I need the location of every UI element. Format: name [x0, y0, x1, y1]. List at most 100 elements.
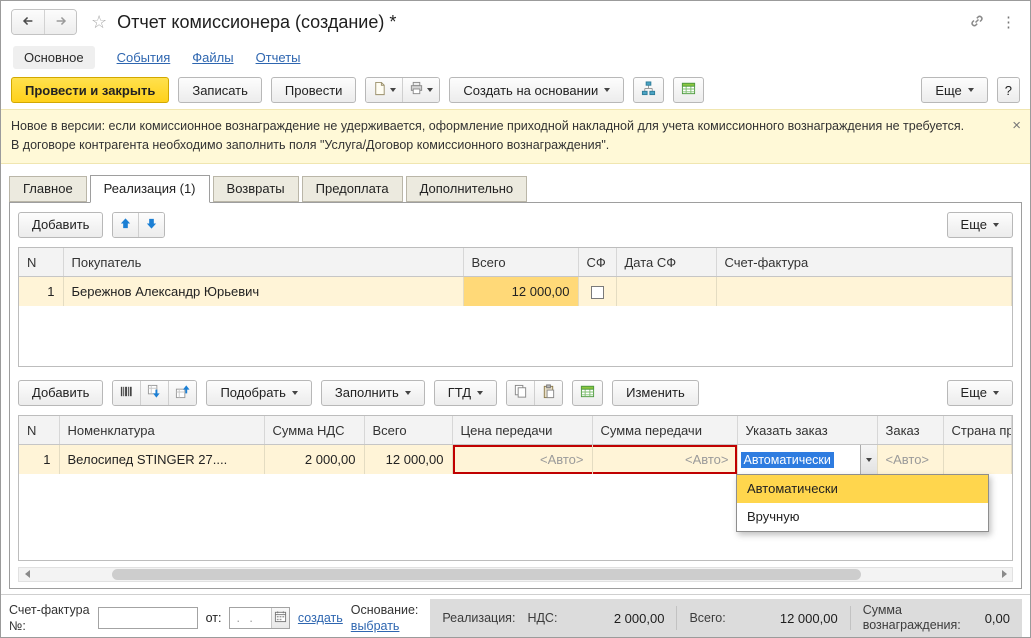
load-data-button[interactable]: [140, 380, 169, 405]
help-button[interactable]: ?: [996, 77, 1020, 103]
realization-label: Реализация:: [442, 611, 516, 626]
tab-vozvraty[interactable]: Возвраты: [212, 175, 299, 202]
paste-button[interactable]: [534, 380, 563, 405]
copy-button[interactable]: [507, 380, 535, 405]
invoice-number-input[interactable]: [97, 607, 198, 630]
link-icon[interactable]: [969, 13, 985, 32]
nav-item-otchety[interactable]: Отчеты: [256, 50, 301, 65]
tab-dopolnitelno[interactable]: Дополнительно: [405, 175, 528, 202]
scroll-right-button[interactable]: [996, 568, 1012, 581]
sales-more-button[interactable]: Еще: [946, 211, 1013, 238]
print-icon: [409, 81, 424, 99]
sales-add-button[interactable]: Добавить: [18, 211, 104, 238]
post-and-close-button[interactable]: Провести и закрыть: [11, 77, 170, 103]
col-header-n: N: [19, 247, 64, 278]
cell-specify-order[interactable]: Автоматически: [737, 444, 878, 474]
pick-button[interactable]: Подобрать: [206, 379, 312, 406]
col-header-sf: СФ: [578, 247, 617, 278]
dropdown-option-auto[interactable]: Автоматически: [737, 474, 988, 503]
invoice-date-field[interactable]: . .: [229, 607, 290, 630]
spreadsheet-button[interactable]: [572, 379, 604, 406]
print-button[interactable]: [402, 78, 440, 102]
forward-button[interactable]: [44, 10, 76, 34]
related-documents-button[interactable]: [633, 77, 665, 103]
cell-n[interactable]: 1: [19, 444, 60, 474]
cell-total[interactable]: 12 000,00: [364, 444, 453, 474]
cell-invoice[interactable]: [716, 276, 1012, 306]
unload-data-button[interactable]: [168, 380, 197, 405]
pick-label: Подобрать: [220, 385, 286, 401]
cell-sf-date[interactable]: [616, 276, 717, 306]
scrollbar-thumb[interactable]: [111, 568, 862, 580]
post-button[interactable]: Провести: [270, 77, 357, 103]
document-icon: [372, 81, 387, 99]
back-button[interactable]: [12, 10, 44, 34]
cell-country[interactable]: [943, 444, 1012, 474]
dropdown-caret-icon: [967, 88, 974, 92]
col-header-order: Заказ: [877, 415, 944, 446]
sales-row[interactable]: 1 Бережнов Александр Юрьевич 12 000,00: [19, 276, 1012, 306]
cell-vat[interactable]: 2 000,00: [264, 444, 365, 474]
invoice-label-line2: №:: [9, 619, 26, 634]
col-header-country: Страна про...: [943, 415, 1012, 446]
nav-item-osnovnoe[interactable]: Основное: [13, 45, 95, 69]
tab-realizaciya[interactable]: Реализация (1): [89, 174, 210, 203]
dropdown-caret-icon: [604, 88, 611, 92]
footer: Счет-фактура №: от: . . создать Основани…: [1, 593, 1030, 637]
cell-transfer-price[interactable]: <Авто>: [452, 444, 593, 474]
change-button[interactable]: Изменить: [612, 379, 699, 406]
dropdown-option-manual[interactable]: Вручную: [737, 503, 988, 531]
cell-order[interactable]: <Авто>: [877, 444, 944, 474]
paste-icon: [541, 384, 556, 402]
cell-nomenclature[interactable]: Велосипед STINGER 27....: [59, 444, 265, 474]
combobox-open-button[interactable]: [859, 445, 876, 474]
clipboard-group: [506, 379, 564, 406]
items-header-row: N Номенклатура Сумма НДС Всего Цена пере…: [19, 415, 1012, 446]
spreadsheet-icon: [580, 384, 595, 402]
order-mode-dropdown: Автоматически Вручную: [736, 473, 989, 532]
move-up-button[interactable]: [113, 212, 139, 237]
items-add-button[interactable]: Добавить: [18, 379, 104, 406]
scroll-left-button[interactable]: [19, 568, 35, 581]
write-button[interactable]: Записать: [178, 77, 262, 103]
favorite-star-icon[interactable]: ☆: [91, 12, 107, 33]
movements-report-button[interactable]: [673, 77, 705, 103]
sales-toolbar: Добавить Еще: [18, 211, 1013, 239]
create-on-basis-button[interactable]: Создать на основании: [449, 77, 625, 103]
barcode-scan-button[interactable]: [113, 380, 141, 405]
items-more-button[interactable]: Еще: [946, 379, 1013, 406]
cell-transfer-sum[interactable]: <Авто>: [592, 444, 738, 474]
col-header-buyer: Покупатель: [63, 247, 464, 278]
cell-buyer[interactable]: Бережнов Александр Юрьевич: [63, 276, 464, 306]
sf-checkbox[interactable]: [590, 286, 604, 300]
create-invoice-link[interactable]: создать: [298, 611, 343, 625]
gtd-button[interactable]: ГТД: [433, 379, 498, 406]
unload-icon: [175, 384, 190, 402]
close-icon[interactable]: ×: [1012, 114, 1021, 137]
toolbar-more-button[interactable]: Еще: [921, 77, 988, 103]
nav-item-faily[interactable]: Файлы: [192, 50, 233, 65]
post-document-button[interactable]: [366, 78, 403, 102]
choose-basis-link[interactable]: выбрать: [351, 618, 419, 634]
order-mode-combobox[interactable]: Автоматически: [737, 445, 876, 474]
scrollbar-track[interactable]: [35, 568, 996, 581]
tab-glavnoe[interactable]: Главное: [9, 175, 87, 202]
move-down-button[interactable]: [138, 212, 165, 237]
items-row[interactable]: 1 Велосипед STINGER 27.... 2 000,00 12 0…: [19, 444, 1012, 474]
invoice-label-line1: Счет-фактура: [9, 603, 90, 617]
dropdown-caret-icon: [993, 222, 999, 227]
more-menu-icon[interactable]: ⋮: [1001, 13, 1016, 31]
cell-n[interactable]: 1: [19, 276, 64, 306]
main-toolbar: Провести и закрыть Записать Провести Соз…: [1, 71, 1030, 109]
calendar-button[interactable]: [270, 608, 289, 629]
more-label: Еще: [960, 385, 987, 401]
nav-item-sobytiya[interactable]: События: [117, 50, 171, 65]
more-label: Еще: [935, 82, 962, 98]
tab-predoplata[interactable]: Предоплата: [301, 175, 403, 202]
movements-report-icon: [681, 81, 696, 99]
sales-grid: N Покупатель Всего СФ Дата СФ Счет-факту…: [18, 246, 1013, 367]
cell-total[interactable]: 12 000,00: [463, 276, 579, 306]
col-header-n: N: [19, 415, 60, 446]
cell-sf[interactable]: [578, 276, 617, 306]
fill-button[interactable]: Заполнить: [320, 379, 425, 406]
